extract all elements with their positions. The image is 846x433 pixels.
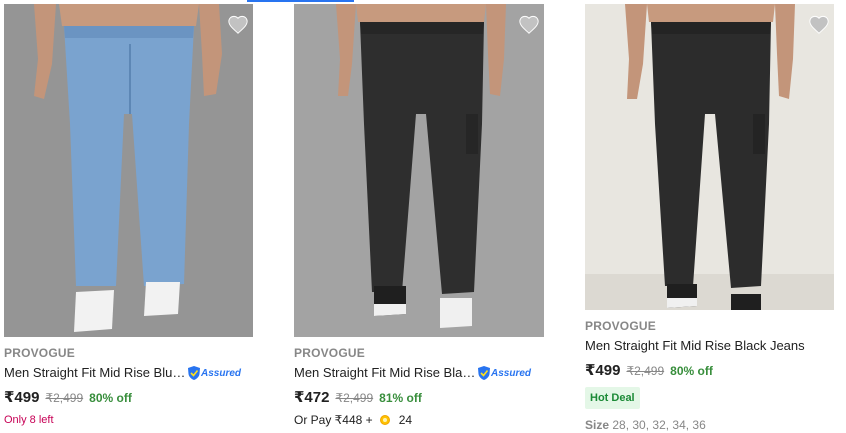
wishlist-heart-icon[interactable] xyxy=(808,14,834,40)
brand-name: PROVOGUE xyxy=(585,319,656,333)
selling-price: ₹499 xyxy=(585,362,621,379)
available-sizes: Size 28, 30, 32, 34, 36 xyxy=(585,418,834,432)
product-card[interactable]: PROVOGUE Men Straight Fit Mid Rise Black… xyxy=(294,4,544,427)
wishlist-heart-icon[interactable] xyxy=(227,14,253,40)
original-price: ₹2,499 xyxy=(626,364,665,378)
jeans-photo xyxy=(4,4,253,337)
original-price: ₹2,499 xyxy=(45,391,84,405)
assured-label: Assured xyxy=(491,367,532,379)
selling-price: ₹472 xyxy=(294,389,330,406)
wishlist-heart-icon[interactable] xyxy=(518,14,544,40)
stock-status: Only 8 left xyxy=(4,414,54,426)
assured-shield-icon xyxy=(478,366,490,380)
product-card[interactable]: PROVOGUE Men Straight Fit Mid Rise Black… xyxy=(585,4,834,432)
product-title[interactable]: Men Straight Fit Mid Rise Black Jeans xyxy=(294,365,476,381)
selling-price: ₹499 xyxy=(4,389,40,406)
sizes-label: Size xyxy=(585,418,610,432)
product-title[interactable]: Men Straight Fit Mid Rise Blue Jeans xyxy=(4,365,186,381)
original-price: ₹2,499 xyxy=(335,391,374,405)
hot-deal-badge: Hot Deal xyxy=(585,387,640,409)
assured-label: Assured xyxy=(201,367,242,379)
discount-percent: 80% off xyxy=(89,391,132,405)
product-image[interactable] xyxy=(294,4,544,337)
assured-badge: Assured xyxy=(478,366,531,380)
product-image[interactable] xyxy=(585,4,834,310)
jeans-photo xyxy=(294,4,544,337)
discount-percent: 80% off xyxy=(670,364,713,378)
brand-name: PROVOGUE xyxy=(4,346,75,360)
active-tab-indicator xyxy=(247,0,354,2)
assured-shield-icon xyxy=(188,366,200,380)
product-title[interactable]: Men Straight Fit Mid Rise Black Jeans xyxy=(585,338,805,354)
supercoin-count: 24 xyxy=(398,413,413,427)
brand-name: PROVOGUE xyxy=(294,346,365,360)
supercoin-icon xyxy=(379,415,390,425)
assured-badge: Assured xyxy=(188,366,241,380)
product-card[interactable]: PROVOGUE Men Straight Fit Mid Rise Blue … xyxy=(4,4,253,426)
supercoin-offer: Or Pay ₹448 + 24 xyxy=(294,413,544,427)
or-pay-text: Or Pay ₹448 + xyxy=(294,413,373,427)
jeans-photo xyxy=(585,4,834,310)
discount-percent: 81% off xyxy=(379,391,422,405)
product-image[interactable] xyxy=(4,4,253,337)
sizes-list: 28, 30, 32, 34, 36 xyxy=(612,418,706,432)
